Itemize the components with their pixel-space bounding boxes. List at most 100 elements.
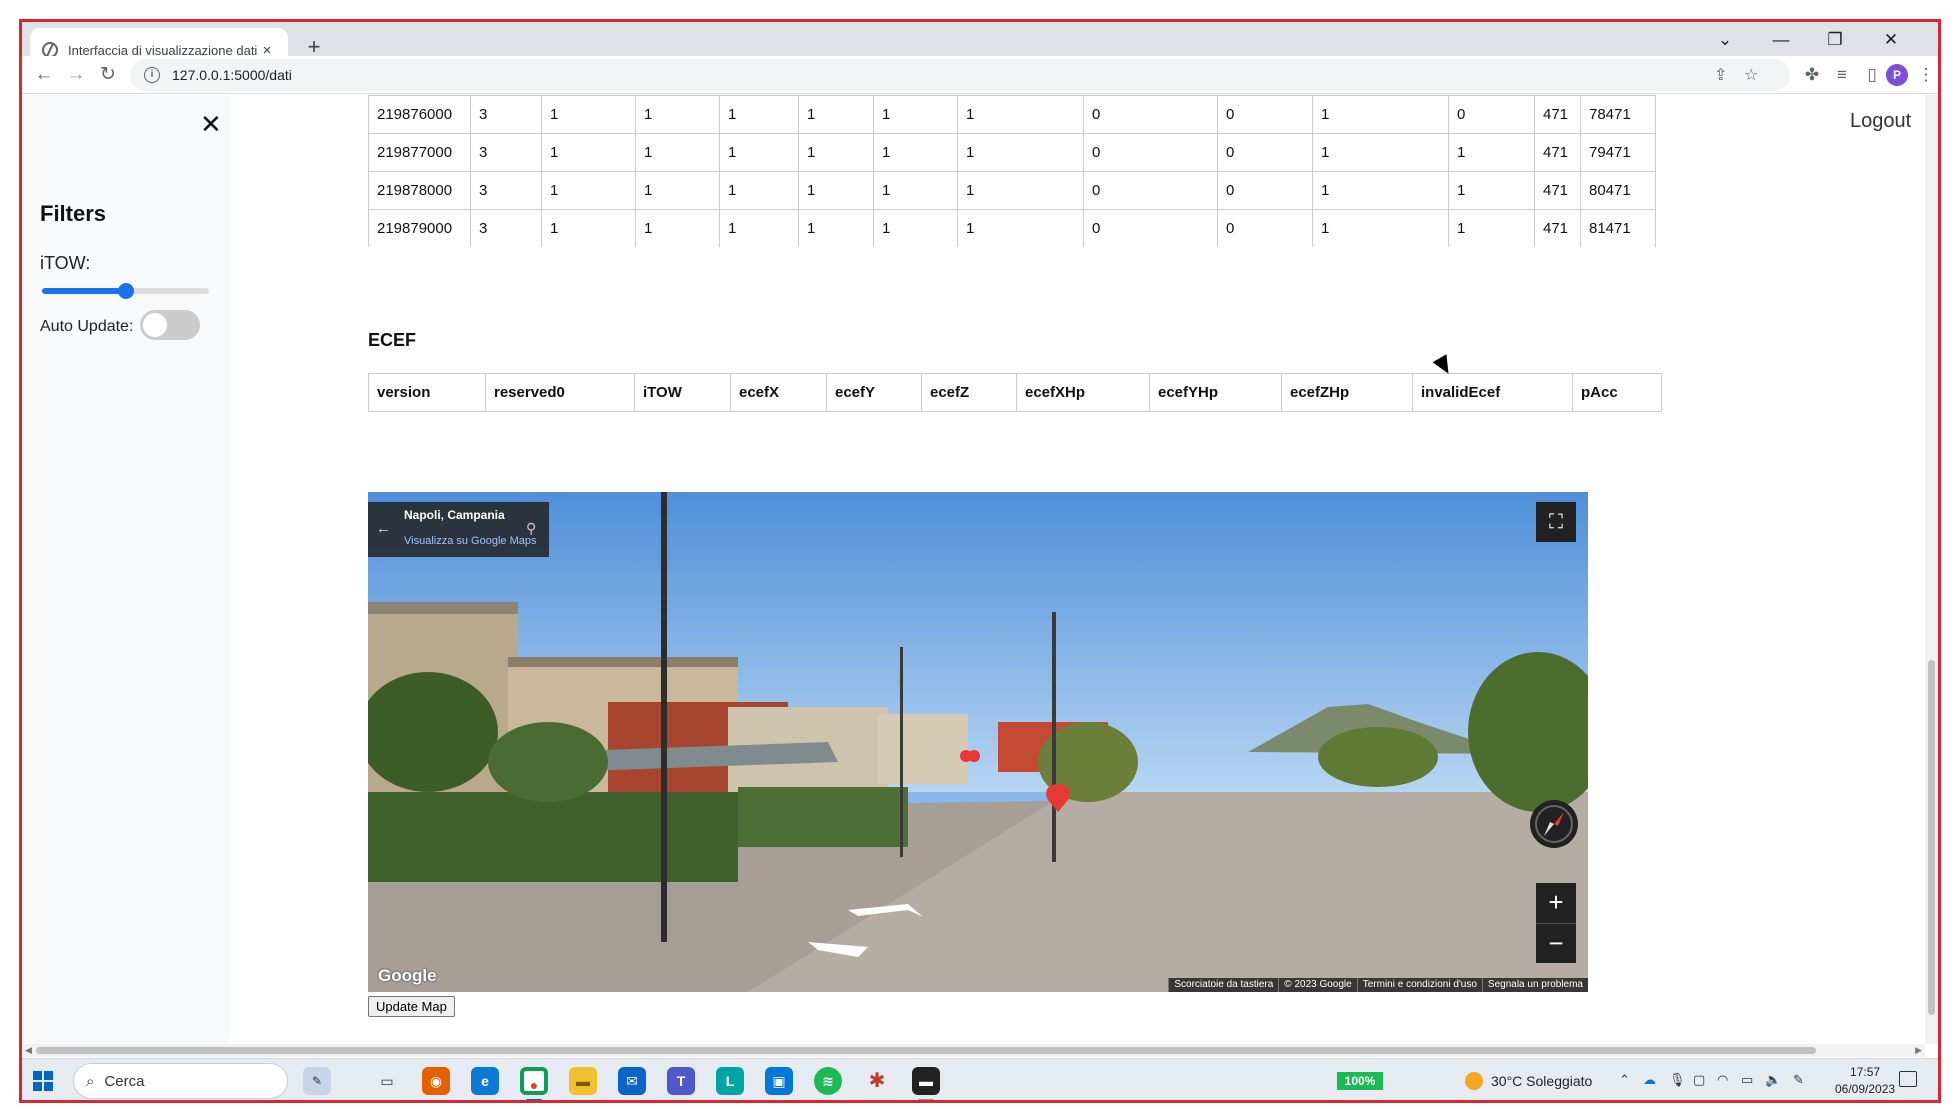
bookmark-star-icon[interactable]: ☆ (1744, 65, 1758, 85)
map-footer-links: Scorciatoie da tastiera © 2023 Google Term… (1168, 978, 1588, 992)
tab-search-icon[interactable]: ⌄ (1702, 22, 1748, 58)
map-footer-link[interactable]: Termini e condizioni d'uso (1356, 978, 1482, 992)
search-icon: ⌕ (86, 1072, 95, 1090)
table-cell: 0 (1448, 95, 1535, 134)
spotify-icon[interactable]: ≋ (814, 1067, 842, 1095)
table-cell: 0 (1083, 95, 1218, 134)
taskbar-search-box[interactable]: ⌕ Cerca (73, 1063, 288, 1099)
table-cell: 1 (719, 171, 799, 210)
update-map-button[interactable]: Update Map (368, 996, 455, 1017)
table-cell: 1 (635, 171, 720, 210)
restore-button[interactable]: ❐ (1812, 22, 1858, 58)
table-cell: 1 (635, 95, 720, 134)
url-text: 127.0.0.1:5000/dati (172, 67, 292, 83)
page-horizontal-scrollbar[interactable]: ◀ ▶ (22, 1044, 1925, 1057)
minimize-button[interactable]: — (1758, 22, 1804, 58)
menu-kebab-icon[interactable]: ⋮ (1914, 65, 1938, 85)
taskbar-clock[interactable]: 17:57 06/09/2023 (1835, 1064, 1895, 1098)
profile-avatar[interactable]: P (1886, 64, 1908, 86)
itow-slider-fill (42, 288, 126, 294)
toggle-knob (143, 313, 167, 337)
fullscreen-button[interactable]: ⛶ (1536, 502, 1576, 542)
firefox-icon[interactable]: ◉ (422, 1067, 450, 1095)
weather-widget[interactable]: 30°C Soleggiato (1465, 1072, 1592, 1090)
wifi-icon[interactable]: ◠ (1717, 1072, 1728, 1088)
table-cell: 78471 (1580, 95, 1656, 134)
ecef-column-header: invalidEcef (1412, 373, 1573, 412)
compass-icon[interactable] (1530, 800, 1578, 848)
widgets-icon[interactable]: ✎ (303, 1067, 331, 1095)
table-cell: 219877000 (368, 133, 471, 172)
display-icon[interactable]: ▢ (1693, 1072, 1705, 1088)
share-icon[interactable]: ⇪ (1714, 65, 1727, 85)
back-icon[interactable]: ← (30, 62, 58, 88)
table-cell: 1 (1312, 95, 1449, 134)
table-cell: 471 (1534, 171, 1581, 210)
side-panel-icon[interactable]: ▯ (1860, 65, 1884, 85)
vertical-scroll-thumb[interactable] (1928, 660, 1935, 1015)
arrow-left-icon[interactable]: ← (376, 520, 391, 537)
battery-indicator[interactable]: 100% (1337, 1072, 1383, 1090)
table-cell: 3 (470, 171, 542, 210)
windows-start-icon[interactable] (33, 1071, 53, 1091)
table-cell: 0 (1083, 209, 1218, 247)
ecef-column-header: ecefYHp (1149, 373, 1282, 412)
table-cell: 1 (798, 133, 874, 172)
itow-slider-thumb[interactable] (117, 283, 134, 299)
pen-icon[interactable]: ✎ (1793, 1072, 1804, 1088)
table-row: 219876000 3 1 1 1 1 1 1 0 0 1 0 471 78471 (368, 95, 1656, 134)
map-pin-icon: ⚲ (526, 520, 537, 536)
volume-icon[interactable]: 🔈 (1765, 1072, 1781, 1088)
table-cell: 80471 (1580, 171, 1656, 210)
app-gear-icon[interactable]: ✱ (863, 1067, 891, 1095)
chrome-icon[interactable]: ● (520, 1067, 548, 1095)
battery-icon[interactable]: ▭ (1741, 1072, 1753, 1088)
table-cell: 219879000 (368, 209, 471, 247)
mail-icon[interactable]: ✉ (618, 1067, 646, 1095)
data-table-container[interactable]: 219876000 3 1 1 1 1 1 1 0 0 1 0 471 78471 219877000 3 1 1… (368, 95, 1687, 247)
notification-icon[interactable] (1899, 1071, 1917, 1087)
zoom-out-button[interactable]: − (1536, 923, 1576, 963)
store-icon[interactable]: ▣ (765, 1067, 793, 1095)
itow-label: iTOW: (40, 253, 91, 273)
task-view-icon[interactable]: ▭ (373, 1067, 401, 1095)
table-cell: 81471 (1580, 209, 1656, 247)
app-l-icon[interactable]: L (716, 1067, 744, 1095)
ecef-table-container[interactable]: version reserved0 iTOW ecefX ecefY ecefZ ecefX… (368, 373, 1687, 412)
extensions-icon[interactable]: ✤ (1800, 65, 1824, 85)
zoom-in-button[interactable]: + (1536, 883, 1576, 923)
site-info-icon[interactable]: i (144, 67, 160, 83)
table-row: 219877000 3 1 1 1 1 1 1 0 0 1 1 471 79471 (368, 133, 1656, 172)
address-bar[interactable]: i 127.0.0.1:5000/dati ⇪ ☆ (130, 59, 1790, 91)
horizontal-scroll-thumb[interactable] (36, 1047, 1816, 1054)
map-footer-link[interactable]: Segnala un problema (1481, 978, 1588, 992)
auto-update-toggle[interactable] (140, 310, 200, 340)
teams-icon[interactable]: T (667, 1067, 695, 1095)
microphone-icon[interactable]: 🎙 (1669, 1072, 1686, 1088)
chevron-up-icon[interactable]: ⌃ (1619, 1072, 1630, 1088)
weather-text: 30°C Soleggiato (1491, 1073, 1593, 1089)
table-cell: 1 (1312, 171, 1449, 210)
page-vertical-scrollbar[interactable] (1925, 95, 1938, 1044)
street-view-map[interactable]: ← Napoli, Campania Visualizza su Google … (368, 492, 1588, 992)
file-explorer-icon[interactable]: ▬ (569, 1067, 597, 1095)
forward-icon[interactable]: → (62, 62, 90, 88)
close-window-button[interactable]: ✕ (1868, 22, 1914, 58)
view-on-google-maps-link[interactable]: Visualizza su Google Maps (404, 535, 536, 547)
table-cell: 3 (470, 209, 542, 247)
media-queue-icon[interactable]: ≡ (1830, 65, 1854, 85)
sidebar-close-button[interactable]: ✕ (200, 109, 222, 140)
scroll-right-arrow-icon[interactable]: ▶ (1915, 1044, 1922, 1057)
scroll-left-arrow-icon[interactable]: ◀ (25, 1044, 32, 1057)
edge-icon[interactable]: e (471, 1067, 499, 1095)
map-footer-link[interactable]: Scorciatoie da tastiera (1168, 978, 1278, 992)
terminal-icon[interactable]: ▬ (912, 1067, 940, 1095)
table-cell: 471 (1534, 209, 1581, 247)
onedrive-icon[interactable]: ☁ (1643, 1072, 1656, 1088)
ecef-heading: ECEF (368, 330, 417, 350)
table-cell: 1 (719, 133, 799, 172)
chrome-active-indicator (526, 1099, 542, 1102)
map-footer-link[interactable]: © 2023 Google (1278, 978, 1356, 992)
reload-icon[interactable]: ↻ (94, 62, 122, 88)
logout-link[interactable]: Logout (1850, 110, 1911, 133)
